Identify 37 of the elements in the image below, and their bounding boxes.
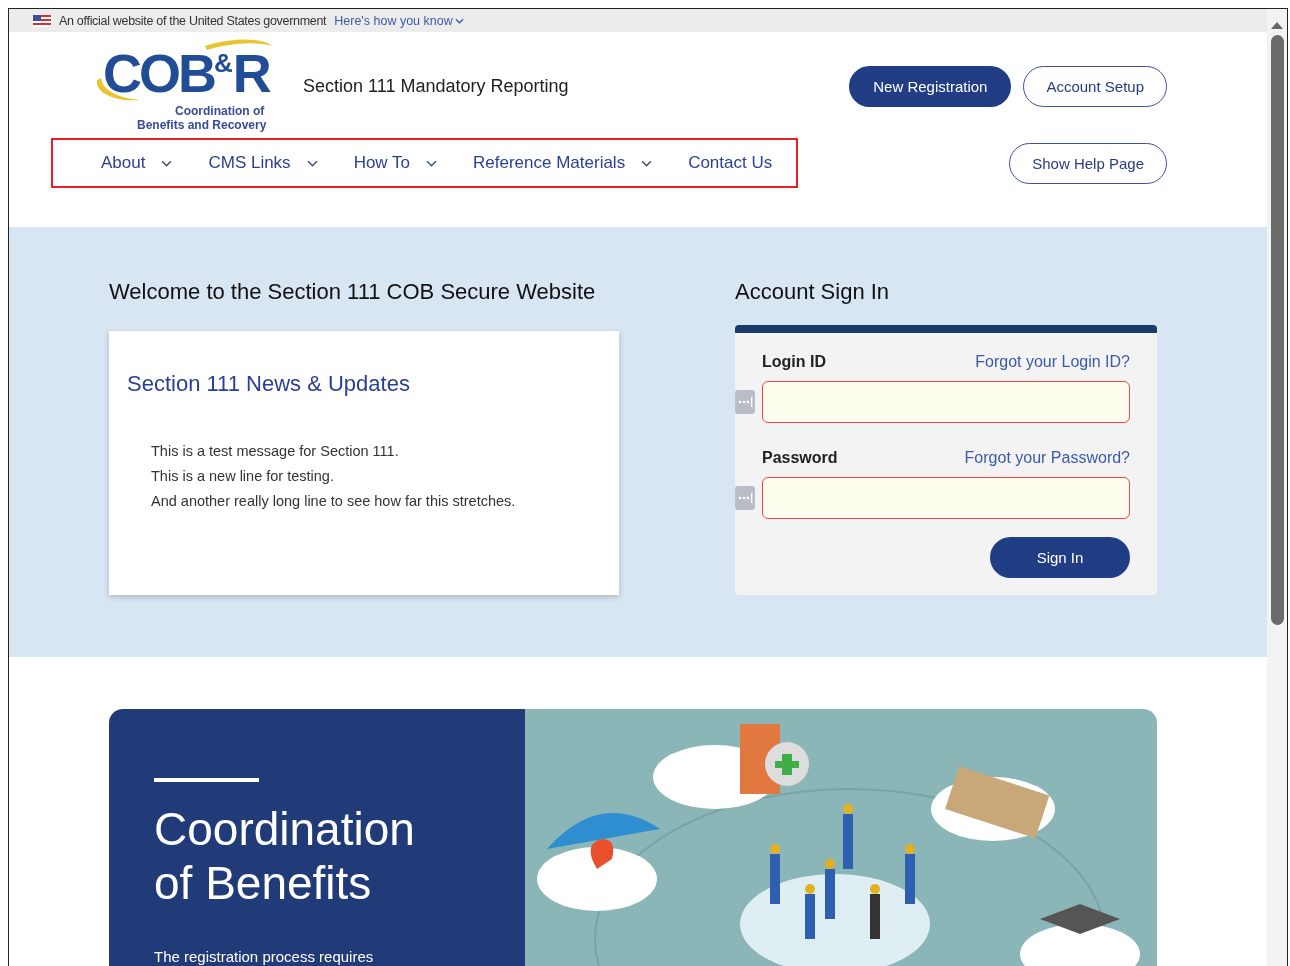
account-setup-button[interactable]: Account Setup <box>1023 65 1167 107</box>
forgot-link[interactable]: Forgot your Login ID? <box>975 353 1130 371</box>
nav-item[interactable]: Contact Us <box>688 153 773 173</box>
news-message: This is a new line for testing. <box>151 467 335 486</box>
nav-item[interactable]: Reference Materials <box>473 153 653 173</box>
sign-in-button[interactable]: Sign In <box>990 537 1130 578</box>
logo[interactable]: COB$^{&}$R Coordination of Benefits and Recovery <box>95 38 275 134</box>
nav-item[interactable]: How To <box>353 153 437 173</box>
nav-item[interactable]: About <box>101 153 173 173</box>
field-label: Password <box>762 449 838 467</box>
field-label: Login ID <box>762 353 826 371</box>
chevron-down-icon <box>641 159 653 167</box>
hero-title: Coordination of Benefits <box>154 802 416 910</box>
password-manager-icon[interactable] <box>735 486 755 510</box>
site-title: Section 111 Mandatory Reporting <box>303 75 569 97</box>
sign-in-heading: Account Sign In <box>735 279 891 305</box>
password-manager-icon[interactable] <box>735 390 755 414</box>
show-help-page-button[interactable]: Show Help Page <box>1009 142 1167 184</box>
input-field[interactable] <box>762 477 1130 519</box>
chevron-down-icon <box>454 17 464 24</box>
gov-banner-link[interactable]: Here's how you know <box>334 13 464 28</box>
hero-text: The registration process requires <box>154 948 375 965</box>
nav-item[interactable]: CMS Links <box>208 153 318 173</box>
forgot-link[interactable]: Forgot your Password? <box>964 449 1130 467</box>
new-registration-button[interactable]: New Registration <box>849 65 1012 107</box>
input-field[interactable] <box>762 381 1130 423</box>
chevron-down-icon <box>306 159 318 167</box>
news-message: And another really long line to see how far this stretches. <box>151 492 517 511</box>
scrollbar[interactable] <box>1267 9 1287 966</box>
news-title: Section 111 News & Updates <box>127 371 411 397</box>
chevron-down-icon <box>426 159 437 167</box>
news-message: This is a test message for Section 111. <box>151 442 400 461</box>
gov-banner-text: An official website of the United States government <box>59 13 327 28</box>
chevron-down-icon <box>161 159 173 167</box>
flag-icon <box>33 14 51 27</box>
welcome-heading: Welcome to the Section 111 COB Secure Website <box>109 279 597 305</box>
scroll-up-arrow-icon[interactable] <box>1271 21 1283 29</box>
